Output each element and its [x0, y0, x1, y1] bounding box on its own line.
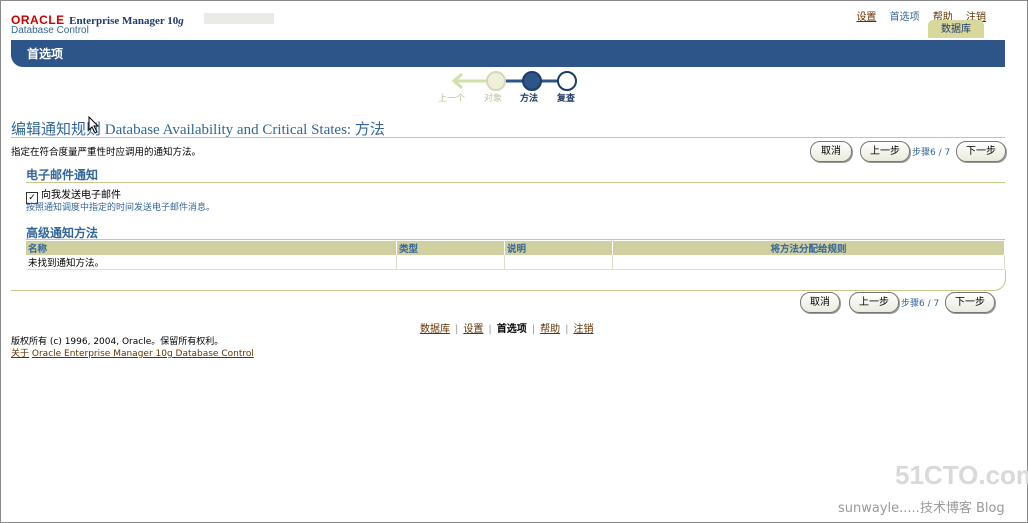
email-hint: 按照通知调度中指定的时间发送电子邮件消息。 — [26, 203, 216, 213]
empty-message: 未找到通知方法。 — [26, 255, 397, 270]
train-step-object: 对象 — [484, 94, 503, 104]
title-divider — [11, 137, 1005, 138]
table-cell — [612, 255, 1005, 270]
col-name: 名称 — [26, 241, 397, 255]
watermark-blog: sunwayle.....技术博客 Blog — [838, 501, 1005, 516]
footer-link-logout[interactable]: 注销 — [574, 324, 594, 335]
watermark-site: 51CTO.com — [895, 460, 1028, 490]
email-section-heading: 电子邮件通知 — [26, 168, 99, 182]
notification-methods-table: 名称 类型 说明 将方法分配给规则 未找到通知方法。 — [26, 241, 1005, 270]
table-cell — [504, 255, 613, 270]
col-assign: 将方法分配给规则 — [612, 241, 1005, 255]
train-step-method: 方法 — [520, 94, 539, 104]
col-type: 类型 — [396, 241, 505, 255]
table-cell — [396, 255, 505, 270]
cancel-button-bottom[interactable]: 取消 — [800, 292, 840, 313]
col-description: 说明 — [504, 241, 613, 255]
step-indicator-bottom: 步骤6 / 7 — [901, 299, 940, 309]
page-title: 编辑通知规则 Database Availability and Critica… — [11, 122, 385, 138]
next-button-top[interactable]: 下一步 — [956, 141, 1006, 162]
page-instruction: 指定在符合度量严重性时应调用的通知方法。 — [11, 147, 202, 158]
prev-button-bottom[interactable]: 上一步 — [849, 292, 899, 313]
step-train: 上一个 对象 方法 复查 — [438, 70, 600, 104]
step-indicator-top: 步骤6 / 7 — [912, 148, 951, 158]
footer-link-help[interactable]: 帮助 — [540, 324, 560, 335]
table-header-row: 名称 类型 说明 将方法分配给规则 — [26, 241, 1005, 255]
cancel-button-top[interactable]: 取消 — [810, 141, 852, 162]
email-section-divider — [26, 182, 1005, 183]
train-prev: 上一个 — [438, 94, 466, 104]
prev-button-top[interactable]: 上一步 — [860, 141, 910, 162]
train-step-review[interactable]: 复查 — [557, 91, 575, 104]
step-object-icon — [486, 71, 506, 91]
footer-links: 数据库 | 设置 | 首选项 | 帮助 | 注销 — [420, 324, 594, 335]
footer-link-preferences: 首选项 — [496, 324, 527, 335]
content-bottom-border — [11, 270, 1006, 291]
redacted-hostname — [204, 13, 274, 24]
table-row: 未找到通知方法。 — [26, 255, 1005, 270]
footer-link-setup[interactable]: 设置 — [463, 324, 483, 335]
tab-database[interactable]: 数据库 — [928, 20, 984, 38]
footer-link-database[interactable]: 数据库 — [420, 324, 450, 335]
nav-title: 首选项 — [27, 47, 64, 61]
step-method-icon — [522, 71, 542, 91]
global-link-setup[interactable]: 设置 — [856, 12, 876, 23]
about-prefix[interactable]: 关于 — [11, 349, 29, 359]
brand-subtitle: Database Control — [11, 25, 89, 36]
nav-bar: 首选项 — [11, 40, 1005, 67]
advanced-section-divider — [26, 239, 1005, 240]
next-button-bottom[interactable]: 下一步 — [945, 292, 995, 313]
step-review-icon — [557, 71, 577, 91]
mouse-cursor-icon — [88, 116, 100, 134]
about-link[interactable]: Oracle Enterprise Manager 10g Database C… — [32, 349, 254, 359]
about-line: 关于 Oracle Enterprise Manager 10g Databas… — [11, 346, 254, 359]
train-graphic — [451, 71, 577, 91]
global-link-preferences[interactable]: 首选项 — [890, 12, 920, 23]
